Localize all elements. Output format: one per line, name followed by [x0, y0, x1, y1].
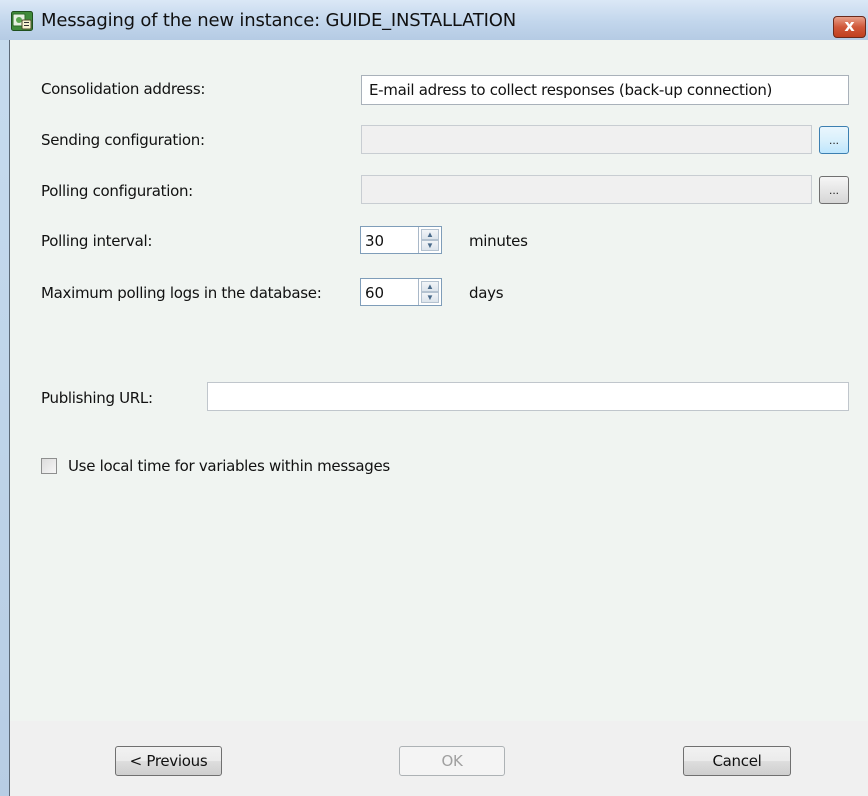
- increment-arrow-icon[interactable]: ▲: [421, 229, 439, 240]
- dialog-content: Consolidation address: E-mail adress to …: [9, 40, 868, 796]
- button-bar: < Previous OK Cancel: [9, 721, 868, 796]
- local-time-label[interactable]: Use local time for variables within mess…: [68, 457, 390, 475]
- previous-button[interactable]: < Previous: [115, 746, 222, 776]
- max-polling-logs-unit: days: [469, 284, 504, 302]
- ok-button[interactable]: OK: [399, 746, 505, 776]
- polling-interval-unit: minutes: [469, 232, 528, 250]
- title-bar[interactable]: Messaging of the new instance: GUIDE_INS…: [0, 0, 868, 40]
- sending-configuration-browse-button[interactable]: ...: [819, 126, 849, 154]
- cancel-button[interactable]: Cancel: [683, 746, 791, 776]
- close-button[interactable]: x: [833, 16, 866, 38]
- local-time-checkbox[interactable]: [41, 458, 57, 474]
- consolidation-address-input[interactable]: E-mail adress to collect responses (back…: [361, 75, 849, 105]
- window-title: Messaging of the new instance: GUIDE_INS…: [41, 10, 516, 31]
- polling-interval-label: Polling interval:: [41, 232, 153, 250]
- increment-arrow-icon[interactable]: ▲: [421, 281, 439, 292]
- decrement-arrow-icon[interactable]: ▼: [421, 292, 439, 303]
- stepper-buttons: ▲ ▼: [418, 227, 441, 253]
- app-icon: [11, 11, 33, 31]
- consolidation-address-label: Consolidation address:: [41, 80, 206, 98]
- max-polling-logs-label: Maximum polling logs in the database:: [41, 284, 322, 302]
- polling-configuration-browse-button[interactable]: ...: [819, 176, 849, 204]
- max-polling-logs-value[interactable]: 60: [365, 284, 384, 302]
- polling-configuration-label: Polling configuration:: [41, 182, 193, 200]
- publishing-url-label: Publishing URL:: [41, 389, 153, 407]
- polling-configuration-input: [361, 175, 812, 204]
- polling-interval-value[interactable]: 30: [365, 232, 384, 250]
- stepper-buttons: ▲ ▼: [418, 279, 441, 305]
- close-icon: x: [844, 16, 855, 35]
- publishing-url-input[interactable]: [207, 382, 849, 411]
- sending-configuration-label: Sending configuration:: [41, 131, 205, 149]
- sending-configuration-input: [361, 125, 812, 154]
- polling-interval-stepper[interactable]: 30 ▲ ▼: [360, 226, 442, 254]
- max-polling-logs-stepper[interactable]: 60 ▲ ▼: [360, 278, 442, 306]
- decrement-arrow-icon[interactable]: ▼: [421, 240, 439, 251]
- dialog-window: Messaging of the new instance: GUIDE_INS…: [0, 0, 868, 796]
